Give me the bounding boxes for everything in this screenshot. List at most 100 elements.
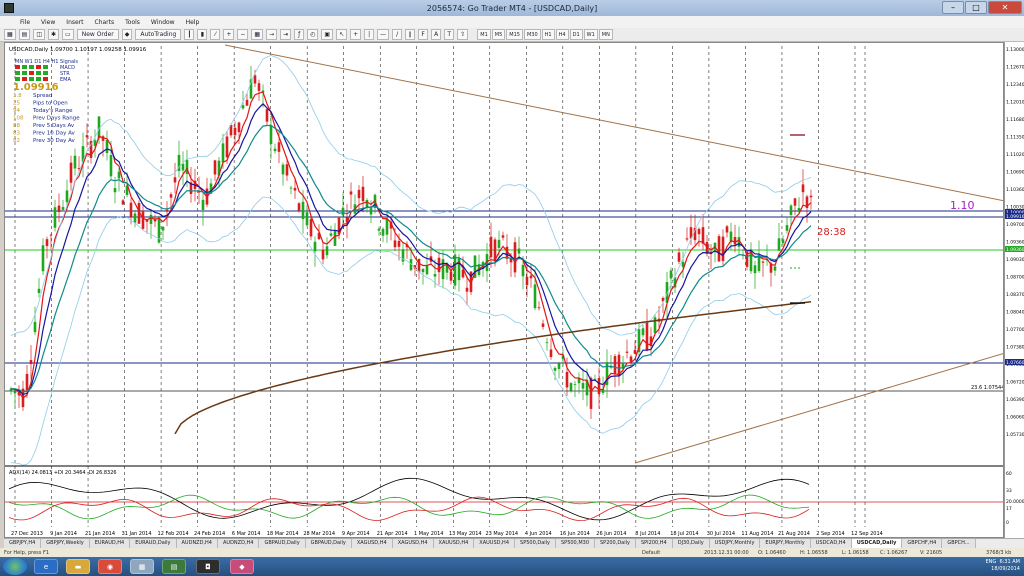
price-tick: 1.11020 bbox=[1006, 152, 1024, 158]
line-chart-icon[interactable]: ⁄ bbox=[210, 29, 221, 40]
navigator-icon[interactable]: ✱ bbox=[48, 29, 60, 40]
chart-tab[interactable]: EURAUD,H4 bbox=[89, 539, 131, 548]
zoom-out-icon[interactable]: − bbox=[237, 29, 249, 40]
timeframe-w1[interactable]: W1 bbox=[583, 29, 598, 40]
timeframe-h4[interactable]: H4 bbox=[555, 29, 569, 40]
chart-tab[interactable]: AUDNZD,H4 bbox=[218, 539, 260, 548]
candle-body bbox=[285, 164, 289, 176]
channel-icon[interactable]: ∥ bbox=[405, 29, 416, 40]
candle-body bbox=[433, 273, 437, 277]
chart-tab[interactable]: GBPAUD,Daily bbox=[305, 539, 352, 548]
status-traffic: 3768/3 kb bbox=[986, 549, 1012, 556]
status-bar: For Help, press F1 Default 2013.12.31 00… bbox=[0, 548, 1024, 557]
candle-body bbox=[109, 155, 113, 177]
chart-tab[interactable]: GBPJPY,H4 bbox=[4, 539, 42, 548]
chart-tab[interactable]: AUDNZD,H4 bbox=[176, 539, 218, 548]
market-watch-icon[interactable]: ◫ bbox=[33, 29, 46, 40]
profiles-icon[interactable]: ▤ bbox=[18, 29, 31, 40]
app-icon-pink[interactable]: ◆ bbox=[230, 559, 254, 574]
chart-tab[interactable]: GBPCHF,H4 bbox=[902, 539, 943, 548]
chart-tab[interactable]: USDJPY,Monthly bbox=[709, 539, 761, 548]
price-tag: 1.07660 bbox=[1006, 360, 1024, 366]
timeframe-m15[interactable]: M15 bbox=[506, 29, 523, 40]
calculator-icon[interactable]: ▦ bbox=[130, 559, 154, 574]
chart-tab[interactable]: XAUUSD,H4 bbox=[433, 539, 475, 548]
templates-icon[interactable]: ▣ bbox=[321, 29, 334, 40]
chart-tab[interactable]: XAGUSD,H4 bbox=[351, 539, 393, 548]
metaeditor-icon[interactable]: ◆ bbox=[121, 29, 133, 40]
indicators-icon[interactable]: ƒ bbox=[294, 29, 305, 40]
menu-item-tools[interactable]: Tools bbox=[125, 19, 140, 26]
start-button[interactable] bbox=[3, 558, 27, 575]
arrows-icon[interactable]: ⇧ bbox=[457, 29, 469, 40]
chart-tab[interactable]: USDCAD,Daily bbox=[851, 539, 903, 548]
chart-tab[interactable]: EURJPY,Monthly bbox=[760, 539, 811, 548]
chart-tab[interactable]: GBPJPY,Weekly bbox=[41, 539, 90, 548]
chart-tab[interactable]: SPI200,H4 bbox=[635, 539, 673, 548]
chart-tab[interactable]: XAUUSD,H4 bbox=[474, 539, 516, 548]
label-icon[interactable]: T bbox=[444, 29, 455, 40]
autotrading-button[interactable]: AutoTrading bbox=[135, 29, 182, 40]
chart-tab[interactable]: SP500,M30 bbox=[556, 539, 595, 548]
timeframe-h1[interactable]: H1 bbox=[541, 29, 555, 40]
fibonacci-icon[interactable]: F bbox=[418, 29, 429, 40]
maximize-button[interactable]: □ bbox=[965, 1, 987, 14]
chart-tab[interactable]: USDCAD,H4 bbox=[810, 539, 852, 548]
cursor-icon[interactable]: ↖ bbox=[336, 29, 348, 40]
menu-item-help[interactable]: Help bbox=[186, 19, 200, 26]
tile-icon[interactable]: ▦ bbox=[251, 29, 264, 40]
menu-item-charts[interactable]: Charts bbox=[95, 19, 115, 26]
mt4-icon[interactable]: ◘ bbox=[196, 559, 220, 574]
chrome-icon[interactable]: ◉ bbox=[98, 559, 122, 574]
menu-item-window[interactable]: Window bbox=[151, 19, 175, 26]
candle-body bbox=[289, 187, 293, 189]
crosshair-icon[interactable]: + bbox=[350, 29, 362, 40]
date-tick: 12 Feb 2014 bbox=[158, 531, 189, 537]
price-axis: 1.13000 1.12670 1.12340 1.12010 1.11680 1.113… bbox=[1004, 42, 1024, 538]
ie-icon[interactable]: e bbox=[34, 559, 58, 574]
folder-icon[interactable]: ▬ bbox=[66, 559, 90, 574]
vertical-line-icon[interactable]: | bbox=[364, 29, 375, 40]
signal-dot bbox=[43, 71, 48, 75]
bar-chart-icon[interactable]: ┃ bbox=[184, 29, 195, 40]
timeframe-d1[interactable]: D1 bbox=[569, 29, 583, 40]
new-order-button[interactable]: New Order bbox=[76, 29, 119, 40]
chart-window[interactable]: 27 Dec 2013 9 Jan 2014 21 Jan 2014 31 Jan 2… bbox=[4, 42, 1004, 538]
chart-tab[interactable]: GBPCH... bbox=[942, 539, 976, 548]
timeframe-m5[interactable]: M5 bbox=[491, 29, 506, 40]
chart-tab[interactable]: SP500,Daily bbox=[515, 539, 556, 548]
candle-body bbox=[565, 372, 569, 388]
chart-tab[interactable]: DJ30,Daily bbox=[672, 539, 710, 548]
timeframe-mn[interactable]: MN bbox=[598, 29, 613, 40]
chart-shift-icon[interactable]: ⇥ bbox=[280, 29, 292, 40]
chart-tab[interactable]: XAGUSD,H4 bbox=[392, 539, 434, 548]
trendline-icon[interactable]: / bbox=[392, 29, 403, 40]
excel-icon[interactable]: ▤ bbox=[162, 559, 186, 574]
period-icon[interactable]: ◴ bbox=[307, 29, 319, 40]
autoscroll-icon[interactable]: → bbox=[266, 29, 278, 40]
menu-item-file[interactable]: File bbox=[20, 19, 30, 26]
new-chart-icon[interactable]: ▦ bbox=[4, 29, 16, 40]
candle-chart-icon[interactable]: ▮ bbox=[197, 29, 208, 40]
timeframe-m30[interactable]: M30 bbox=[523, 29, 541, 40]
candle-body bbox=[653, 317, 657, 333]
zoom-in-icon[interactable]: + bbox=[223, 29, 235, 40]
chart-tab[interactable]: EURAUD,Daily bbox=[130, 539, 177, 548]
terminal-icon[interactable]: ▭ bbox=[62, 29, 74, 40]
price-chart[interactable]: 27 Dec 2013 9 Jan 2014 21 Jan 2014 31 Jan 2… bbox=[5, 43, 1004, 538]
candle-body bbox=[25, 373, 29, 391]
close-button[interactable]: ✕ bbox=[988, 1, 1022, 14]
text-icon[interactable]: A bbox=[431, 29, 442, 40]
menu-item-view[interactable]: View bbox=[41, 19, 55, 26]
price-tick: 1.08040 bbox=[1006, 310, 1024, 316]
minimize-button[interactable]: – bbox=[942, 1, 964, 14]
timeframe-m1[interactable]: M1 bbox=[477, 29, 491, 40]
horizontal-line-icon[interactable]: — bbox=[377, 29, 390, 40]
candle-body bbox=[149, 214, 153, 224]
chart-tab[interactable]: GBPAUD,Daily bbox=[259, 539, 306, 548]
candle-body bbox=[341, 207, 345, 216]
chart-tab[interactable]: SP200,Daily bbox=[595, 539, 636, 548]
candle-countdown: 28:38 bbox=[817, 227, 846, 238]
menu-item-insert[interactable]: Insert bbox=[66, 19, 83, 26]
candle-body bbox=[597, 378, 601, 395]
